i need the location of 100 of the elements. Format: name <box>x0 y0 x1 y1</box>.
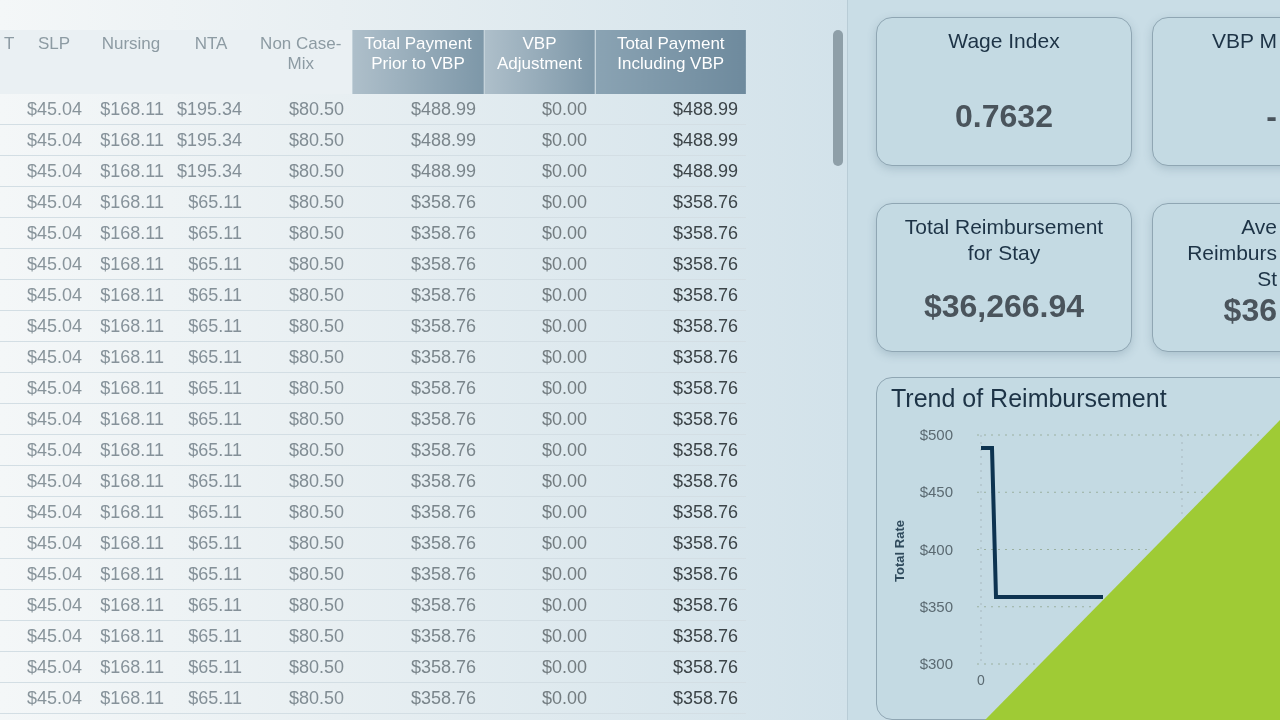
table-cell: $358.76 <box>672 594 738 615</box>
table-cell: $358.76 <box>672 253 738 274</box>
table-cell: $65.11 <box>188 222 242 243</box>
axis-title: Total Rate <box>892 520 907 582</box>
table-cell: $80.50 <box>288 377 344 398</box>
table-cell: $358.76 <box>410 470 476 491</box>
y-tick-label: $450 <box>919 483 953 501</box>
table-cell: $65.11 <box>188 439 242 460</box>
table-cell: $45.04 <box>26 98 82 119</box>
table-cell: $45.04 <box>26 253 82 274</box>
table-cell: $488.99 <box>410 160 476 181</box>
table-cell: $168.11 <box>100 160 164 181</box>
table-cell: $168.11 <box>100 129 164 150</box>
card-value: - <box>1265 98 1277 135</box>
table-cell: $488.99 <box>672 129 738 150</box>
table-cell: $168.11 <box>100 284 164 305</box>
table-cell: $0.00 <box>541 346 587 367</box>
table-cell: $358.76 <box>410 346 476 367</box>
table-cell: $45.04 <box>26 594 82 615</box>
table-cell: $358.76 <box>410 563 476 584</box>
table-cell: $358.76 <box>410 501 476 522</box>
table-cell: $488.99 <box>410 129 476 150</box>
table-cell: $80.50 <box>288 98 344 119</box>
table-cell: $358.76 <box>672 563 738 584</box>
table-cell: $168.11 <box>100 377 164 398</box>
table-cell: $0.00 <box>541 439 587 460</box>
column-header[interactable]: T <box>0 30 18 94</box>
card-title: for Stay <box>966 240 1042 266</box>
x-tick-label: 0 <box>977 672 985 688</box>
table-cell: $168.11 <box>100 191 164 212</box>
table-cell: $65.11 <box>188 377 242 398</box>
column-header[interactable]: Total Payment Prior to VBP <box>352 30 484 94</box>
table-cell: $168.11 <box>100 408 164 429</box>
table-cell: $358.76 <box>672 346 738 367</box>
table-cell: $168.11 <box>100 687 164 708</box>
column-header[interactable]: VBP Adjustment <box>484 30 595 94</box>
table-cell: $0.00 <box>541 625 587 646</box>
y-tick-label: $300 <box>919 655 953 672</box>
table-cell: $80.50 <box>288 160 344 181</box>
table-cell: $168.11 <box>100 501 164 522</box>
table-cell: $0.00 <box>541 222 587 243</box>
table-cell: $0.00 <box>541 129 587 150</box>
table-cell: $80.50 <box>288 563 344 584</box>
table-cell: $80.50 <box>288 408 344 429</box>
table-cell: $195.34 <box>176 160 242 181</box>
card-value: 0.7632 <box>955 98 1053 135</box>
table-cell: $358.76 <box>672 532 738 553</box>
table-cell: $358.76 <box>410 284 476 305</box>
card-title: Wage Index <box>948 28 1060 54</box>
scrollbar-thumb[interactable] <box>833 30 843 166</box>
table-cell: $168.11 <box>100 439 164 460</box>
table-cell: $358.76 <box>410 625 476 646</box>
table-cell: $65.11 <box>188 625 242 646</box>
table-cell: $358.76 <box>410 656 476 677</box>
table-cell: $80.50 <box>288 687 344 708</box>
table-cell: $45.04 <box>26 160 82 181</box>
table-cell: $65.11 <box>188 253 242 274</box>
y-tick-label: $400 <box>919 540 953 558</box>
table-cell: $65.11 <box>188 315 242 336</box>
table-cell: $358.76 <box>672 408 738 429</box>
table-cell: $80.50 <box>288 315 344 336</box>
table-cell: $488.99 <box>410 98 476 119</box>
table-cell: $45.04 <box>26 191 82 212</box>
table-cell: $488.99 <box>672 98 738 119</box>
table-cell: $358.76 <box>672 470 738 491</box>
y-tick-label: $500 <box>919 426 953 443</box>
table-cell: $80.50 <box>288 191 344 212</box>
table-cell: $65.11 <box>188 284 242 305</box>
table-cell: $65.11 <box>188 563 242 584</box>
column-header[interactable]: SLP <box>18 30 90 94</box>
table-cell: $358.76 <box>672 315 738 336</box>
table-cell: $195.34 <box>176 129 242 150</box>
table-cell: $0.00 <box>541 563 587 584</box>
table-cell: $488.99 <box>672 160 738 181</box>
table-cell: $0.00 <box>541 98 587 119</box>
table-cell: $65.11 <box>188 470 242 491</box>
table-cell: $0.00 <box>541 408 587 429</box>
card-title: Ave <box>1240 214 1277 240</box>
table-cell: $0.00 <box>541 532 587 553</box>
table-cell: $168.11 <box>100 253 164 274</box>
card-value: $36 <box>1222 292 1277 329</box>
table-cell: $0.00 <box>541 656 587 677</box>
table-cell: $358.76 <box>672 687 738 708</box>
chart-title: Trend of Reimbursement <box>891 384 1168 413</box>
table-cell: $0.00 <box>541 315 587 336</box>
table-cell: $45.04 <box>26 470 82 491</box>
table-cell: $65.11 <box>188 408 242 429</box>
table-cell: $65.11 <box>188 346 242 367</box>
table-cell: $168.11 <box>100 532 164 553</box>
table-cell: $358.76 <box>410 253 476 274</box>
table-cell: $168.11 <box>100 222 164 243</box>
table-cell: $168.11 <box>100 625 164 646</box>
column-header[interactable]: Nursing <box>90 30 172 94</box>
table-cell: $80.50 <box>288 656 344 677</box>
table-cell: $0.00 <box>541 284 587 305</box>
table-cell: $45.04 <box>26 656 82 677</box>
table-cell: $45.04 <box>26 439 82 460</box>
column-header[interactable]: Total Payment Including VBP <box>595 30 746 94</box>
card-title: Reimburs <box>1186 240 1277 266</box>
table-cell: $65.11 <box>188 594 242 615</box>
